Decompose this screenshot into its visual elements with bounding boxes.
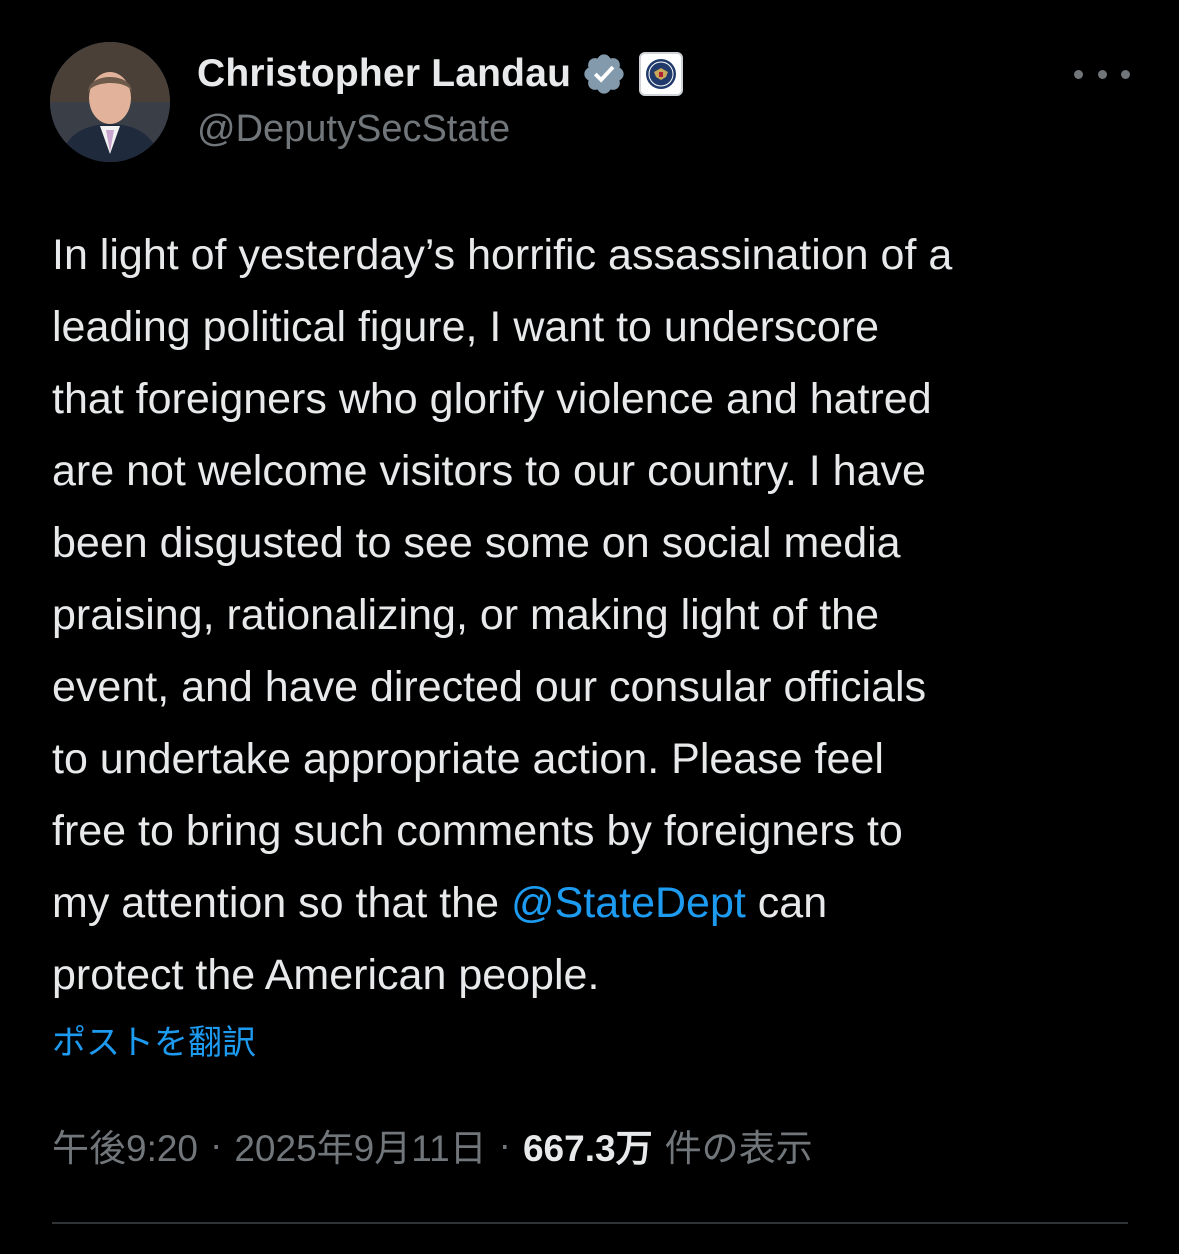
more-dot [1074,69,1083,79]
meta-separator: · [498,1124,511,1165]
author-display-name[interactable]: Christopher Landau [197,52,571,96]
post-date[interactable]: 2025年9月11日 [234,1118,486,1172]
views-count[interactable]: 667.3万 [523,1118,653,1172]
meta-separator: · [210,1124,223,1165]
post-line: been disgusted to see some on social med… [52,519,901,567]
post-text: In light of yesterday’s horrific assassi… [52,219,1142,1011]
avatar[interactable] [50,42,170,162]
post-line: free to bring such comments by foreigner… [52,807,903,855]
post-line: are not welcome visitors to our country.… [52,447,926,495]
post-line: praising, rationalizing, or making light… [52,591,879,639]
mention-link-statedept[interactable]: @StateDept [511,879,746,927]
more-dot [1121,69,1130,79]
more-options-icon[interactable] [1074,56,1130,92]
author-handle[interactable]: @DeputySecState [197,108,510,151]
post-line: to undertake appropriate action. Please … [52,735,884,783]
divider [52,1222,1128,1224]
more-dot [1097,69,1107,79]
views-label: 件の表示 [664,1128,813,1169]
post-line: leading political figure, I want to unde… [52,303,880,351]
post-text-fragment: my attention so that the [52,879,511,927]
post-time[interactable]: 午後9:20 [52,1118,198,1172]
author-name-row[interactable]: Christopher Landau [197,46,684,102]
verified-badge-icon[interactable] [581,51,627,97]
post-line-with-mention: my attention so that the @StateDept can [52,867,1142,939]
translate-post-link[interactable]: ポストを翻訳 [52,1015,256,1064]
post-text-fragment: can [745,879,828,927]
post-metadata: 午後9:20 · 2025年9月11日 · 667.3万 件の表示 [52,1118,813,1172]
state-department-seal-icon[interactable] [639,52,684,96]
post-line: event, and have directed our consular of… [52,663,927,711]
post-line: that foreigners who glorify violence and… [52,375,932,423]
post-line: In light of yesterday’s horrific assassi… [52,231,953,279]
post-line: protect the American people. [52,951,600,999]
